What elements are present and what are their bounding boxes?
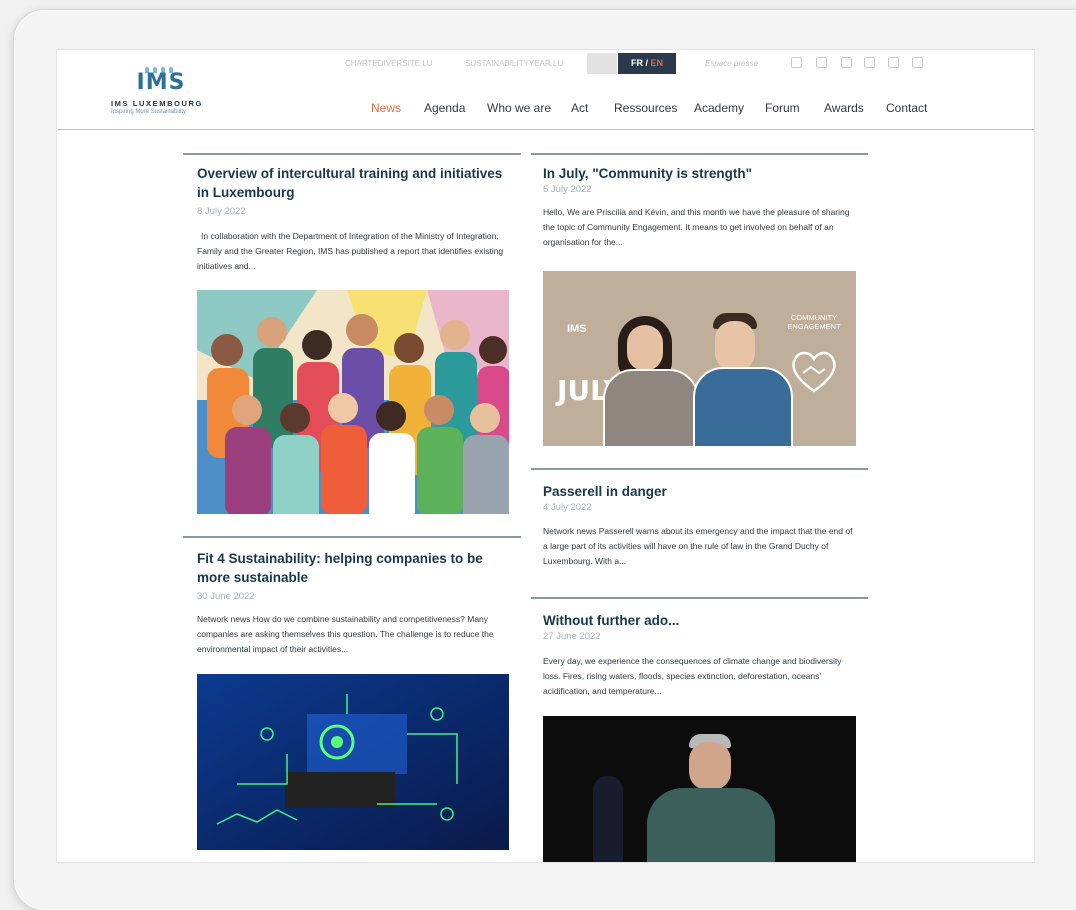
article-excerpt: Every day, we experience the consequence… (543, 656, 842, 696)
lang-en[interactable]: EN (651, 58, 664, 68)
logo-mark: IMS (136, 70, 186, 95)
article-title[interactable]: Overview of intercultural training and i… (197, 164, 512, 202)
article-card[interactable]: Passerell in danger 4 July 2022 Network … (543, 482, 858, 569)
lang-separator: / (642, 58, 651, 68)
article-card[interactable]: Overview of intercultural training and i… (197, 164, 512, 274)
article-divider (531, 468, 868, 470)
article-excerpt: Hello, We are Priscilia and Kévin, and t… (543, 207, 850, 247)
nav-contact[interactable]: Contact (886, 101, 927, 115)
person-face (627, 325, 663, 371)
lang-spacer (587, 53, 617, 74)
article-title[interactable]: Fit 4 Sustainability: helping companies … (197, 549, 512, 587)
nav-forum[interactable]: Forum (765, 101, 800, 115)
article-image-speaker[interactable] (543, 716, 856, 862)
article-date: 27 June 2022 (543, 631, 601, 642)
twitter-icon[interactable] (791, 57, 802, 68)
article-excerpt: In collaboration with the Department of … (197, 231, 504, 271)
nav-ressources[interactable]: Ressources (614, 101, 677, 115)
article-date: 30 June 2022 (197, 591, 255, 602)
nav-act[interactable]: Act (571, 101, 588, 115)
image-text-community: COMMUNITY ENGAGEMENT (787, 313, 841, 331)
article-date: 5 July 2022 (543, 184, 592, 195)
lang-fr[interactable]: FR (631, 58, 643, 68)
header-divider (57, 129, 1034, 130)
nav-who-we-are[interactable]: Who we are (487, 101, 551, 115)
heart-handshake-icon (792, 351, 836, 393)
flickr-icon[interactable] (864, 57, 875, 68)
article-excerpt: Network news How do we combine sustainab… (197, 614, 494, 654)
article-title[interactable]: In July, "Community is strength" (543, 164, 858, 183)
speaker-shirt (647, 788, 775, 862)
article-card[interactable]: In July, "Community is strength" 5 July … (543, 164, 858, 250)
person-face (715, 321, 755, 371)
link-chartediversite[interactable]: CHARTEDIVERSITE.LU (345, 59, 432, 68)
article-divider (531, 153, 868, 155)
background-person (593, 776, 623, 862)
article-excerpt: Network news Passerell warns about its e… (543, 526, 853, 566)
nav-agenda[interactable]: Agenda (424, 101, 465, 115)
nav-awards[interactable]: Awards (824, 101, 864, 115)
article-title[interactable]: Without further ado... (543, 611, 858, 630)
image-logo-mark: IMS (567, 323, 587, 335)
speaker-face (689, 742, 731, 790)
article-image-july[interactable]: IMS JULY COMMUNITY ENGAGEMENT (543, 271, 856, 446)
article-divider (183, 536, 521, 538)
facebook-icon[interactable] (912, 57, 923, 68)
logo-tagline: Inspiring More Sustainability (111, 109, 187, 115)
language-switcher[interactable]: FR / EN (618, 53, 676, 74)
youtube-icon[interactable] (888, 57, 899, 68)
linkedin-icon[interactable] (841, 57, 852, 68)
article-divider (531, 597, 868, 599)
article-title[interactable]: Passerell in danger (543, 482, 858, 501)
article-divider (183, 153, 521, 155)
article-card[interactable]: Without further ado... 27 June 2022 Ever… (543, 611, 858, 699)
article-date: 4 July 2022 (543, 502, 592, 513)
article-image-tech[interactable] (197, 674, 509, 850)
nav-academy[interactable]: Academy (694, 101, 744, 115)
article-date: 8 July 2022 (197, 206, 246, 217)
browser-viewport: IMS IMS LUXEMBOURG Inspiring More Sustai… (57, 50, 1034, 862)
link-sustainabilityyear[interactable]: SUSTAINABILITYYEAR.LU (465, 59, 563, 68)
person-jacket (693, 367, 793, 446)
press-link[interactable]: Espace presse (705, 59, 758, 68)
instagram-icon[interactable] (816, 57, 827, 68)
nav-news[interactable]: News (371, 101, 401, 115)
person-sweater (603, 369, 699, 446)
site-logo[interactable]: IMS IMS LUXEMBOURG Inspiring More Sustai… (111, 62, 211, 122)
article-card[interactable]: Fit 4 Sustainability: helping companies … (197, 549, 512, 657)
logo-brand: IMS LUXEMBOURG (111, 99, 203, 108)
article-image-crowd[interactable] (197, 290, 509, 514)
